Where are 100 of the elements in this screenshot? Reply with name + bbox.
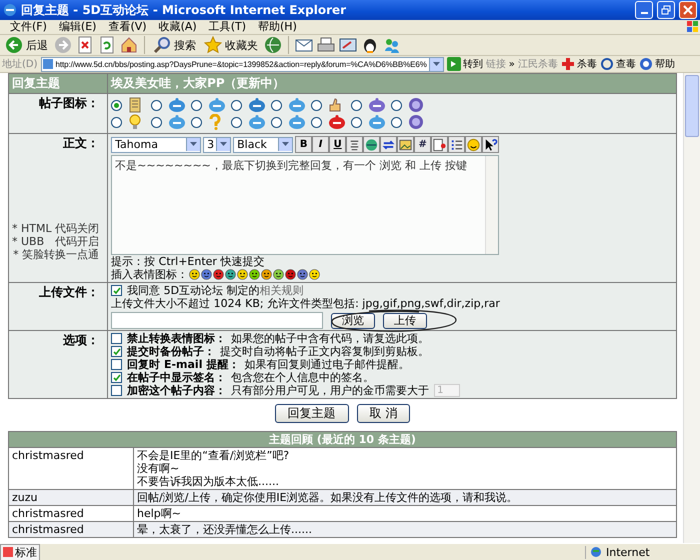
- smiley-icon[interactable]: [201, 269, 212, 280]
- address-field[interactable]: http://www.5d.cn/bbs/posting.asp?DaysPrune=&topic=1399852&action=reply&forum=%CA%D6%BB%E6%: [40, 56, 444, 72]
- smiley-icon[interactable]: [273, 269, 284, 280]
- browse-button[interactable]: 浏览: [331, 312, 376, 328]
- radio-button[interactable]: [271, 116, 282, 128]
- globe-icon[interactable]: [264, 36, 282, 54]
- radio-button[interactable]: [151, 100, 162, 110]
- list-button[interactable]: [448, 136, 466, 153]
- question-icon: [208, 114, 222, 130]
- monitor-icon[interactable]: [339, 36, 357, 54]
- help-button[interactable]: 帮助: [638, 57, 675, 71]
- user-cell: zuzu: [8, 490, 134, 506]
- media-icon: [432, 136, 448, 152]
- message-textarea[interactable]: 不是~~~~~~~~，最底下切换到完整回复，有一个 浏览 和 上传 按键: [111, 155, 500, 255]
- radio-button[interactable]: [231, 116, 242, 128]
- dropdown-arrow-icon[interactable]: [432, 62, 440, 66]
- toolbar-button[interactable]: 收藏夹: [202, 35, 260, 55]
- window-title: 回复主题 - 5D互动论坛 - Microsoft Internet Explorer: [21, 2, 348, 18]
- font-dropdown[interactable]: Tahoma: [111, 136, 202, 152]
- checkbox[interactable]: [111, 346, 122, 357]
- menu-item[interactable]: 工具(T): [202, 20, 252, 34]
- radio-button[interactable]: [111, 116, 122, 128]
- media-button[interactable]: [431, 136, 448, 153]
- file-field[interactable]: [111, 312, 324, 329]
- checkbox[interactable]: [111, 372, 122, 383]
- help-button[interactable]: [482, 136, 500, 153]
- scrollbar[interactable]: [683, 73, 700, 543]
- checkbox[interactable]: [111, 359, 122, 370]
- image-button[interactable]: [397, 136, 414, 153]
- topic-title: 埃及美女哇，大家PP（更新中）: [111, 76, 285, 90]
- scan-button[interactable]: 查毒: [600, 57, 636, 71]
- radio-button[interactable]: [191, 100, 202, 110]
- color-dropdown[interactable]: Black: [233, 136, 294, 152]
- smiley-icon[interactable]: [297, 269, 308, 280]
- hint-text: 提示：按 Ctrl+Enter 快速提交: [111, 255, 266, 268]
- italic-button[interactable]: I: [312, 136, 330, 153]
- menu-item[interactable]: 文件(F): [4, 20, 53, 34]
- smiley-icon[interactable]: [285, 269, 296, 280]
- printer-icon[interactable]: [317, 36, 335, 54]
- menu-item[interactable]: 帮助(H): [252, 20, 303, 34]
- underline-button[interactable]: U: [329, 136, 346, 153]
- checkbox[interactable]: [111, 285, 122, 296]
- hash-button[interactable]: #: [414, 136, 432, 153]
- toolbar-button[interactable]: 搜索: [151, 35, 198, 55]
- smiley-icon[interactable]: [225, 269, 236, 280]
- close-button[interactable]: [679, 1, 697, 19]
- menu-item[interactable]: 编辑(E): [52, 20, 102, 34]
- rules-link[interactable]: 相关规则: [260, 284, 304, 297]
- radio-button[interactable]: [151, 116, 162, 128]
- radio-button[interactable]: [351, 116, 362, 128]
- radio-button[interactable]: [231, 100, 242, 110]
- page-icon: [42, 58, 54, 70]
- menu-item[interactable]: 收藏(A): [152, 20, 203, 34]
- cancel-button[interactable]: 取 消: [356, 404, 410, 423]
- checkbox[interactable]: [111, 333, 122, 344]
- smiley-icon[interactable]: [249, 269, 260, 280]
- dropdown-arrow-icon[interactable]: [282, 142, 290, 147]
- menu-item[interactable]: 查看(V): [102, 20, 153, 34]
- home-icon[interactable]: [120, 36, 138, 54]
- penguin-icon[interactable]: [361, 36, 379, 54]
- globe-button[interactable]: [363, 136, 380, 153]
- ime-bar[interactable]: 标准: [0, 544, 40, 560]
- thumbs-up-icon: [328, 97, 342, 113]
- star-icon[interactable]: [204, 36, 222, 54]
- upload-button[interactable]: 上传: [383, 312, 428, 328]
- restore-button[interactable]: [657, 1, 675, 19]
- bold-button[interactable]: B: [295, 136, 312, 153]
- radio-button[interactable]: [391, 100, 402, 110]
- smiley-icon[interactable]: [213, 269, 224, 280]
- dropdown-arrow-icon[interactable]: [220, 142, 228, 147]
- smiley-button[interactable]: [465, 136, 482, 153]
- dropdown-arrow-icon[interactable]: [190, 142, 198, 147]
- smiley-icon[interactable]: [261, 269, 272, 280]
- submit-button[interactable]: 回复主题: [274, 404, 349, 423]
- radio-button[interactable]: [311, 100, 322, 110]
- kill-virus-button[interactable]: 杀毒: [560, 57, 597, 71]
- more-chevron[interactable]: »: [508, 58, 515, 70]
- swap-button[interactable]: [380, 136, 398, 153]
- size-dropdown[interactable]: 3: [203, 136, 232, 152]
- minimize-button[interactable]: [635, 1, 653, 19]
- smiley-icon[interactable]: [237, 269, 248, 280]
- note-text: * HTML 代码关闭: [12, 222, 100, 235]
- smiley-icon[interactable]: [189, 269, 200, 280]
- radio-button[interactable]: [351, 100, 362, 110]
- toolbar-button[interactable]: 后退: [3, 35, 50, 55]
- radio-button[interactable]: [191, 116, 202, 128]
- radio-button[interactable]: [271, 100, 282, 110]
- magnifier-icon[interactable]: [153, 36, 171, 54]
- align-button[interactable]: [346, 136, 364, 153]
- radio-button[interactable]: [391, 116, 402, 128]
- stop-icon[interactable]: [76, 36, 94, 54]
- smiley-icon: [466, 136, 482, 152]
- refresh-icon[interactable]: [98, 36, 116, 54]
- radio-button[interactable]: [311, 116, 322, 128]
- restore-icon: [661, 5, 671, 15]
- radio-button[interactable]: [111, 100, 122, 110]
- checkbox[interactable]: [111, 385, 122, 396]
- close-icon: [683, 5, 693, 15]
- smiley-icon[interactable]: [309, 269, 320, 280]
- go-button[interactable]: 转到: [446, 57, 483, 71]
